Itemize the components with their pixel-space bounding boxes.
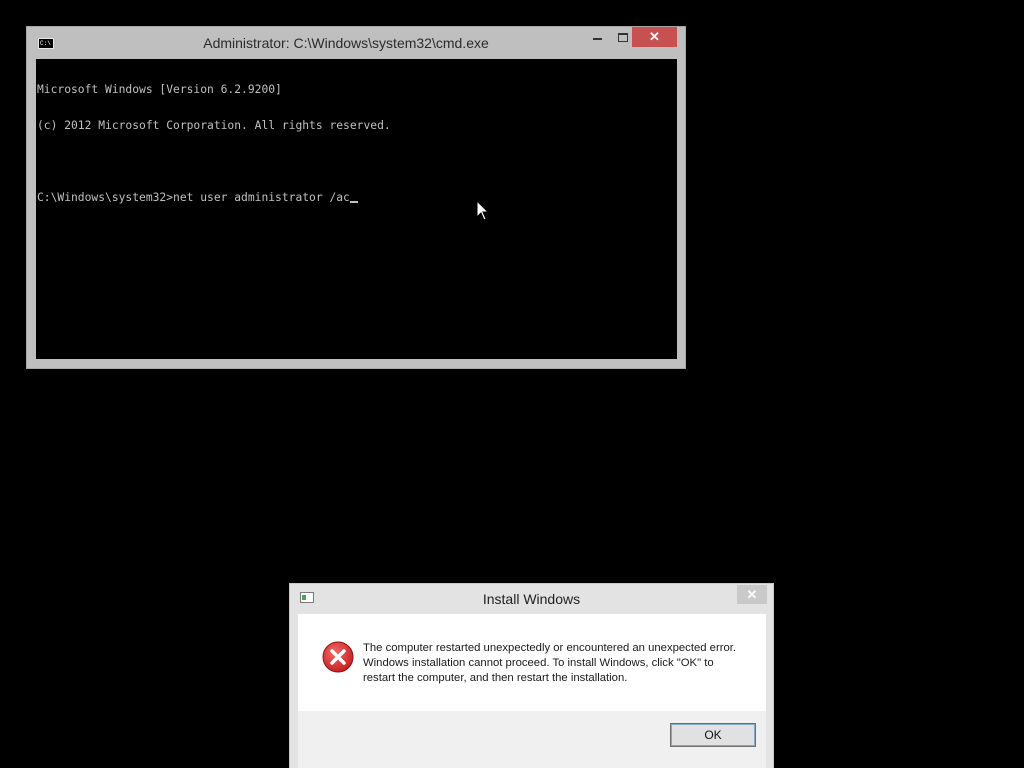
error-x-icon [322, 641, 354, 673]
error-message: The computer restarted unexpectedly or e… [363, 642, 737, 684]
dialog-close-button[interactable]: ✕ [737, 585, 767, 604]
close-icon: ✕ [746, 586, 758, 602]
console-prompt-line[interactable]: C:\Windows\system32>net user administrat… [37, 192, 677, 204]
dialog-footer: OK [298, 711, 766, 768]
mouse-arrow-icon [476, 200, 490, 221]
dialog-title: Install Windows [482, 591, 581, 607]
dialog-titlebar[interactable]: Install Windows ✕ [290, 584, 773, 614]
console-line: Microsoft Windows [Version 6.2.9200] [37, 83, 282, 96]
console-line: (c) 2012 Microsoft Corporation. All righ… [37, 119, 391, 132]
desktop: C:\ Administrator: C:\Windows\system32\c… [0, 0, 1024, 768]
maximize-icon [618, 32, 628, 42]
ok-button[interactable]: OK [670, 723, 756, 747]
install-windows-dialog[interactable]: Install Windows ✕ The computer restarted… [289, 583, 774, 768]
console-input-text[interactable]: C:\Windows\system32>net user administrat… [37, 191, 350, 204]
cmd-window[interactable]: C:\ Administrator: C:\Windows\system32\c… [26, 26, 686, 369]
close-button[interactable]: ✕ [632, 27, 677, 47]
minimize-button[interactable] [584, 27, 610, 47]
text-cursor [349, 201, 358, 203]
minimize-icon [592, 38, 602, 40]
close-icon: ✕ [649, 29, 660, 44]
dialog-body: The computer restarted unexpectedly or e… [298, 614, 766, 711]
cmd-titlebar[interactable]: C:\ Administrator: C:\Windows\system32\c… [27, 27, 685, 59]
console-output[interactable]: Microsoft Windows [Version 6.2.9200] (c)… [36, 59, 677, 359]
